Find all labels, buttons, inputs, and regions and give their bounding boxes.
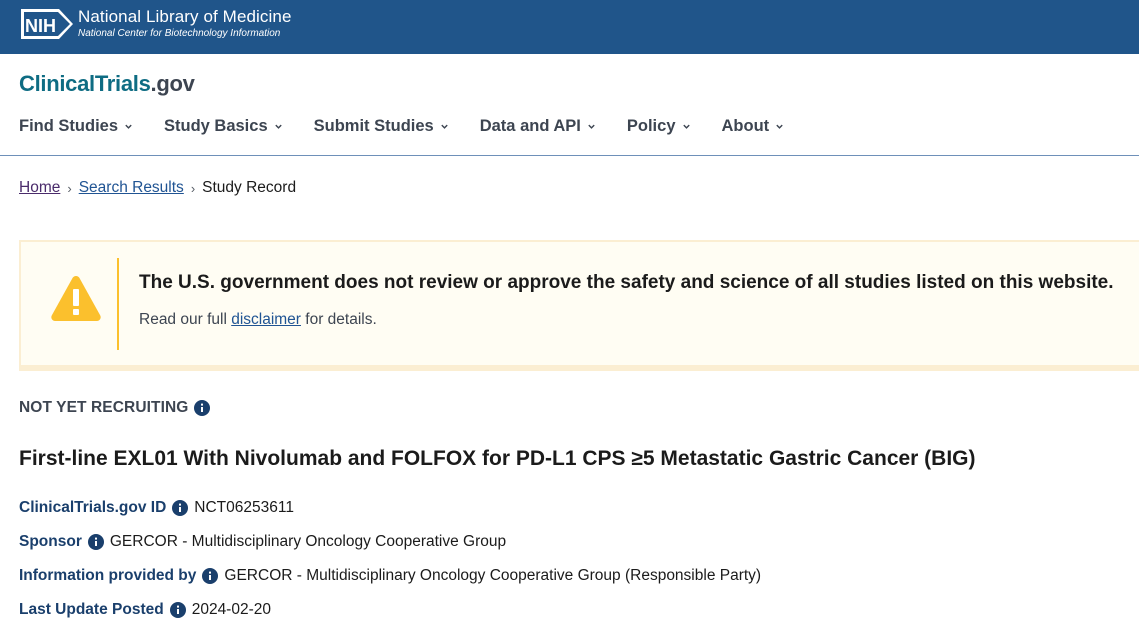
fact-row-id: ClinicalTrials.gov ID NCT06253611 [19,497,761,519]
alert-body-prefix: Read our full [139,311,232,328]
info-icon[interactable] [87,534,104,550]
site-logo-suffix: .gov [150,71,195,96]
status-badge: NOT YET RECRUITING [19,399,189,416]
breadcrumb-current: Study Record [202,179,297,196]
chevron-down-icon [274,124,282,129]
chevron-down-icon [588,124,595,129]
nav-data-and-api[interactable]: Data and API [480,115,596,137]
recruitment-status: NOT YET RECRUITING [19,399,211,417]
nav-find-studies[interactable]: Find Studies [19,115,133,137]
nav-label: Data and API [479,116,581,135]
fact-label: ClinicalTrials.gov ID [19,499,167,516]
nav-submit-studies[interactable]: Submit Studies [314,115,449,137]
fact-value: GERCOR - Multidisciplinary Oncology Coop… [224,567,762,584]
fact-value: NCT06253611 [194,499,294,516]
nih-banner: NIH National Library of Medicine Nationa… [0,0,1139,54]
nav-label: Study Basics [164,116,268,135]
nih-subtitle: National Center for Biotechnology Inform… [78,28,281,39]
nih-logo-text: NIH [25,16,56,36]
alert-divider [117,258,119,350]
fact-value: GERCOR - Multidisciplinary Oncology Coop… [109,533,507,550]
page-title: First-line EXL01 With Nivolumab and FOLF… [19,447,976,470]
chevron-down-icon [441,124,448,129]
fact-row-last-update: Last Update Posted 2024-02-20 [19,599,761,621]
nav-label: About [721,116,770,135]
nih-title: National Library of Medicine [78,7,292,26]
info-icon[interactable] [172,500,189,516]
chevron-down-icon [682,124,690,129]
breadcrumb: Home › Search Results › Study Record [19,179,296,197]
nav-policy[interactable]: Policy [627,115,691,137]
header-divider [0,155,1139,156]
fact-row-info-provider: Information provided by GERCOR - Multidi… [19,565,761,587]
fact-label: Information provided by [19,567,197,584]
fact-label: Sponsor [19,533,82,550]
chevron-down-icon [776,124,783,129]
chevron-right-icon: › [67,180,72,196]
fact-row-sponsor: Sponsor GERCOR - Multidisciplinary Oncol… [19,531,761,553]
site-logo[interactable]: ClinicalTrials.gov [19,71,195,97]
info-icon[interactable] [169,602,186,618]
disclaimer-alert: The U.S. government does not review or a… [19,240,1139,371]
study-facts: ClinicalTrials.gov ID NCT06253611 Sponso… [19,497,761,633]
breadcrumb-search-results-link[interactable]: Search Results [79,179,184,197]
warning-icon [51,276,101,321]
nav-label: Find Studies [19,116,118,135]
alert-body-suffix: for details. [300,311,377,328]
nav-about[interactable]: About [722,115,785,137]
alert-body: Read our full disclaimer for details. [139,311,377,329]
nih-logo-icon: NIH [21,9,73,39]
alert-heading: The U.S. government does not review or a… [139,272,1114,293]
nav-label: Submit Studies [313,116,434,135]
site-logo-main: ClinicalTrials [19,71,151,96]
breadcrumb-home-link[interactable]: Home [19,179,60,197]
disclaimer-link[interactable]: disclaimer [231,311,301,328]
nav-label: Policy [626,116,676,135]
nav-study-basics[interactable]: Study Basics [164,115,283,137]
chevron-down-icon [125,124,132,129]
fact-label: Last Update Posted [19,601,164,618]
chevron-right-icon: › [190,180,196,196]
nih-title-block[interactable]: National Library of Medicine National Ce… [78,7,292,40]
info-icon[interactable] [202,568,219,584]
info-icon[interactable] [194,400,211,416]
fact-value: 2024-02-20 [191,601,271,618]
nih-logo[interactable]: NIH [19,7,75,41]
main-nav: Find Studies Study Basics Submit Studies… [19,115,815,137]
